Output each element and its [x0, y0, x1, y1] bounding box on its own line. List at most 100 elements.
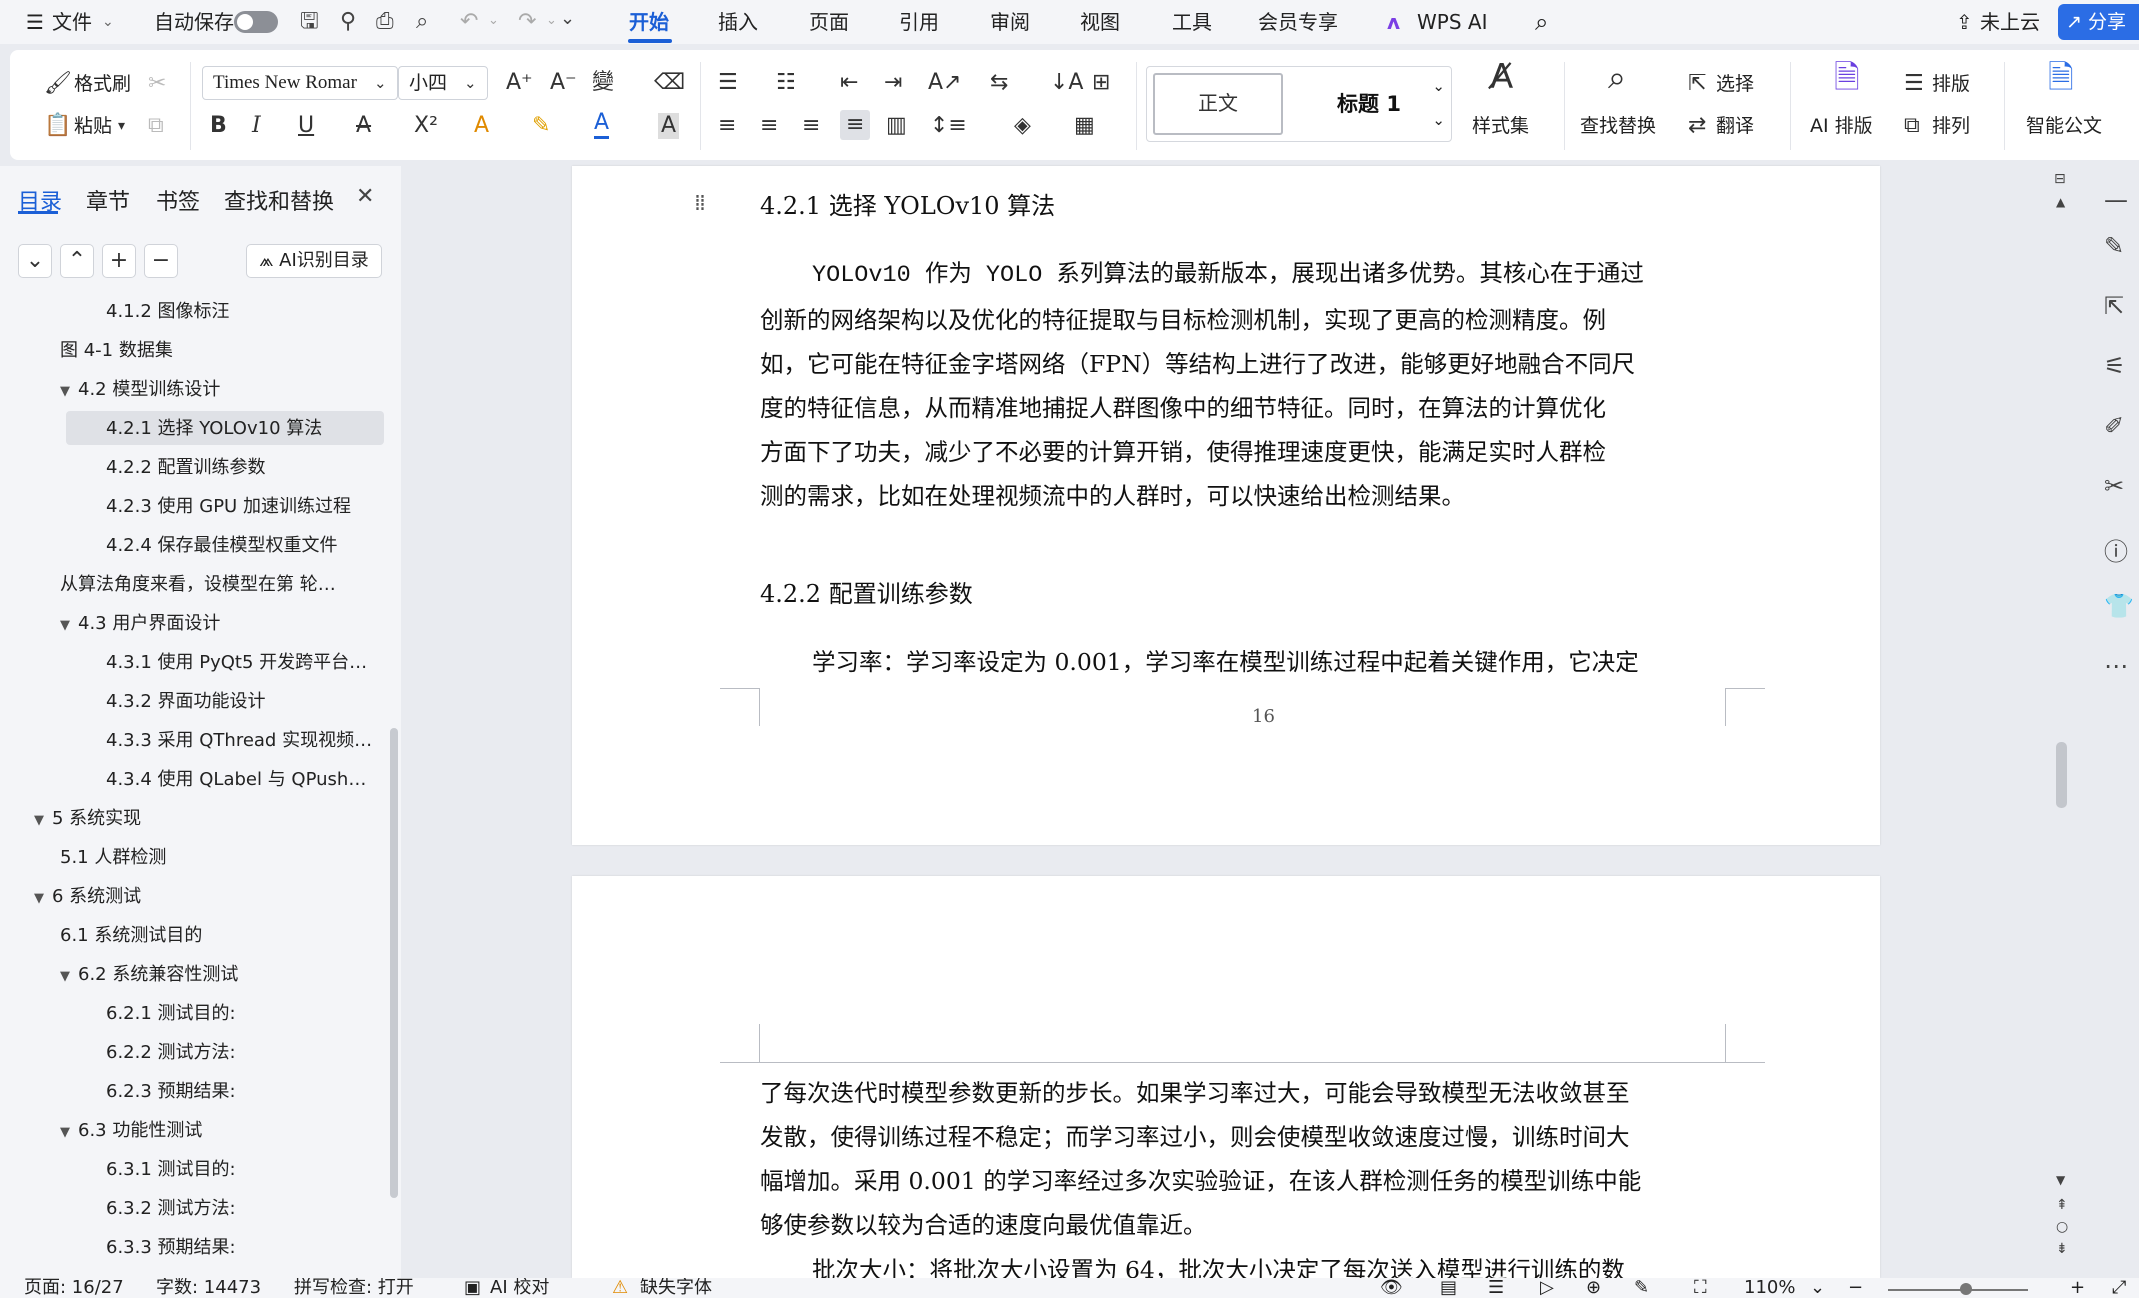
page-indicator[interactable]: 页面: 16/27 [24, 1278, 124, 1298]
toc-item[interactable]: 5.1 人群检测 [60, 841, 384, 875]
toc-item[interactable]: 6.3.3 预期结果: [106, 1231, 384, 1265]
collapse-sidebar-icon[interactable]: — [2104, 186, 2128, 214]
style-set-button[interactable]: 样式集 [1472, 113, 1529, 139]
sort-icon[interactable]: ↓A [1050, 70, 1083, 96]
bold-icon[interactable]: B [210, 113, 227, 139]
word-count[interactable]: 字数: 14473 [156, 1278, 261, 1298]
help-icon[interactable]: ⓘ [2104, 532, 2128, 567]
align-right-icon[interactable]: ≡ [802, 113, 820, 139]
toc-item[interactable]: 6.3.2 测试方法: [106, 1192, 384, 1226]
tab-references[interactable]: 引用 [899, 0, 939, 44]
gallery-expand-icon[interactable]: ⌄ [1432, 111, 1445, 129]
prev-page-icon[interactable]: ⇞ [2056, 1198, 2068, 1212]
toc-item[interactable]: 6.3.1 测试目的: [106, 1153, 384, 1187]
format-painter-button[interactable]: 格式刷 [74, 71, 131, 97]
toc-item[interactable]: ▼ 4.3 用户界面设计 [60, 607, 384, 641]
cut-icon[interactable]: ✂ [148, 71, 166, 97]
highlight-icon[interactable]: ✎ [532, 113, 550, 139]
chevron-down-icon[interactable]: ⌄ [102, 0, 114, 44]
paste-dropdown-icon[interactable]: ▾ [118, 113, 125, 139]
toc-item[interactable]: 图 4-1 数据集 [60, 334, 384, 368]
share-button[interactable]: ↗ 分享 [2058, 4, 2139, 40]
increase-font-icon[interactable]: A⁺ [506, 70, 533, 96]
toc-item[interactable]: 4.2.1 选择 YOLOv10 算法 [106, 412, 384, 446]
tab-member[interactable]: 会员专享 [1258, 0, 1338, 44]
toc-item[interactable]: 6.2.3 预期结果: [106, 1075, 384, 1109]
expand-triangle-icon[interactable]: ▼ [60, 609, 78, 641]
undo-icon[interactable]: ↶ [460, 11, 478, 33]
tab-bookmarks[interactable]: 书签 [156, 184, 200, 216]
zoom-slider[interactable] [1888, 1289, 2028, 1291]
toc-item[interactable]: 6.2.1 测试目的: [106, 997, 384, 1031]
strikethrough-icon[interactable]: A [356, 113, 371, 139]
review-icon[interactable]: ✐ [2104, 412, 2124, 440]
redo-dropdown-icon[interactable]: ⌄ [546, 14, 557, 27]
chevron-down-icon[interactable]: ⌄ [1432, 77, 1445, 95]
ai-proof-button[interactable]: AI 校对 [490, 1278, 549, 1298]
toc-item[interactable]: 4.3.3 采用 QThread 实现视频… [106, 724, 384, 758]
tab-wps-ai[interactable]: WPS AI [1417, 0, 1487, 44]
distributed-align-icon[interactable]: ▥ [886, 113, 907, 139]
italic-icon[interactable]: I [252, 113, 261, 139]
align-center-icon[interactable]: ≡ [760, 113, 778, 139]
toc-item[interactable]: 6.2.2 测试方法: [106, 1036, 384, 1070]
close-icon[interactable]: ✕ [356, 184, 374, 209]
print-icon[interactable]: ⎙ [376, 11, 394, 33]
numbered-list-icon[interactable]: ☷ [776, 70, 796, 96]
scroll-up-icon[interactable]: ▲ [2056, 196, 2065, 208]
toc-item[interactable]: 4.3.4 使用 QLabel 与 QPush… [106, 763, 384, 797]
decrease-font-icon[interactable]: A⁻ [550, 70, 577, 96]
expand-triangle-icon[interactable]: ▼ [34, 882, 52, 914]
file-menu[interactable]: 文件 [52, 0, 92, 44]
toc-item[interactable]: 4.2.4 保存最佳模型权重文件 [106, 529, 384, 563]
style-heading1[interactable]: 标题 1 [1319, 73, 1419, 135]
autosave-toggle[interactable] [234, 11, 278, 33]
paste-button[interactable]: 粘贴 [74, 113, 112, 139]
expand-triangle-icon[interactable]: ▼ [60, 960, 78, 992]
toc-item[interactable]: 4.2.3 使用 GPU 加速训练过程 [106, 490, 384, 524]
layout-button[interactable]: 排版 [1932, 71, 1970, 97]
search-icon[interactable]: ⌕ [1535, 0, 1548, 44]
more-icon[interactable]: ⋯ [2104, 652, 2128, 680]
fullscreen-icon[interactable]: ⤢ [2112, 1278, 2126, 1298]
zoom-out-icon[interactable]: − [1848, 1278, 1863, 1298]
chevron-down-icon[interactable]: ⌄ [374, 70, 387, 96]
play-icon[interactable]: ▷ [1540, 1278, 1554, 1298]
skin-icon[interactable]: 👕 [2104, 592, 2134, 620]
cloud-upload-icon[interactable]: ⇪ [1956, 0, 1973, 44]
document-scrollbar[interactable] [2056, 742, 2067, 808]
collapse-all-icon[interactable]: ⌄ [18, 244, 52, 278]
toc-item[interactable]: 4.3.2 界面功能设计 [106, 685, 384, 719]
fit-page-icon[interactable]: ⛶ [1694, 1278, 1707, 1298]
missing-font-button[interactable]: 缺失字体 [640, 1278, 712, 1298]
ai-layout-button[interactable]: AI 排版 [1810, 113, 1873, 139]
text-direction-icon[interactable]: A↗ [928, 70, 961, 96]
drag-handle-icon[interactable]: ⁞⁞ [694, 193, 706, 215]
redo-icon[interactable]: ↷ [518, 11, 536, 33]
expand-triangle-icon[interactable]: ▼ [34, 804, 52, 836]
align-left-icon[interactable]: ≡ [718, 113, 736, 139]
add-heading-icon[interactable]: + [102, 244, 136, 278]
select-button[interactable]: 选择 [1716, 71, 1754, 97]
remove-heading-icon[interactable]: − [144, 244, 178, 278]
print-preview-icon[interactable]: ⌕ [416, 11, 428, 33]
more-quick-icon[interactable]: ⌄ [560, 10, 575, 28]
font-color-icon[interactable]: A [594, 110, 610, 139]
tab-find-replace[interactable]: 查找和替换 [224, 184, 334, 216]
tools-icon[interactable]: ✂ [2104, 472, 2124, 500]
toc-item[interactable]: 6.1 系统测试目的 [60, 919, 384, 953]
line-spacing-swap-icon[interactable]: ⇆ [990, 70, 1008, 96]
text-effect-icon[interactable]: A [474, 113, 489, 139]
toc-item[interactable]: ▼ 5 系统实现 [34, 802, 384, 836]
superscript-icon[interactable]: X² [414, 113, 438, 139]
phonetic-guide-icon[interactable]: 變 [592, 70, 614, 96]
chevron-down-icon[interactable]: ⌄ [464, 70, 477, 96]
share-link-icon[interactable]: ⚲ [340, 11, 356, 33]
expand-triangle-icon[interactable]: ▼ [60, 1116, 78, 1148]
zoom-in-icon[interactable]: + [2070, 1278, 2085, 1298]
adjust-icon[interactable]: ⚟ [2104, 352, 2126, 380]
find-replace-button[interactable]: 查找替换 [1580, 113, 1656, 139]
translate-button[interactable]: 翻译 [1716, 113, 1754, 139]
toc-item[interactable]: ▼ 6.3 功能性测试 [60, 1114, 384, 1148]
line-spacing-icon[interactable]: ↕≡ [930, 113, 967, 139]
